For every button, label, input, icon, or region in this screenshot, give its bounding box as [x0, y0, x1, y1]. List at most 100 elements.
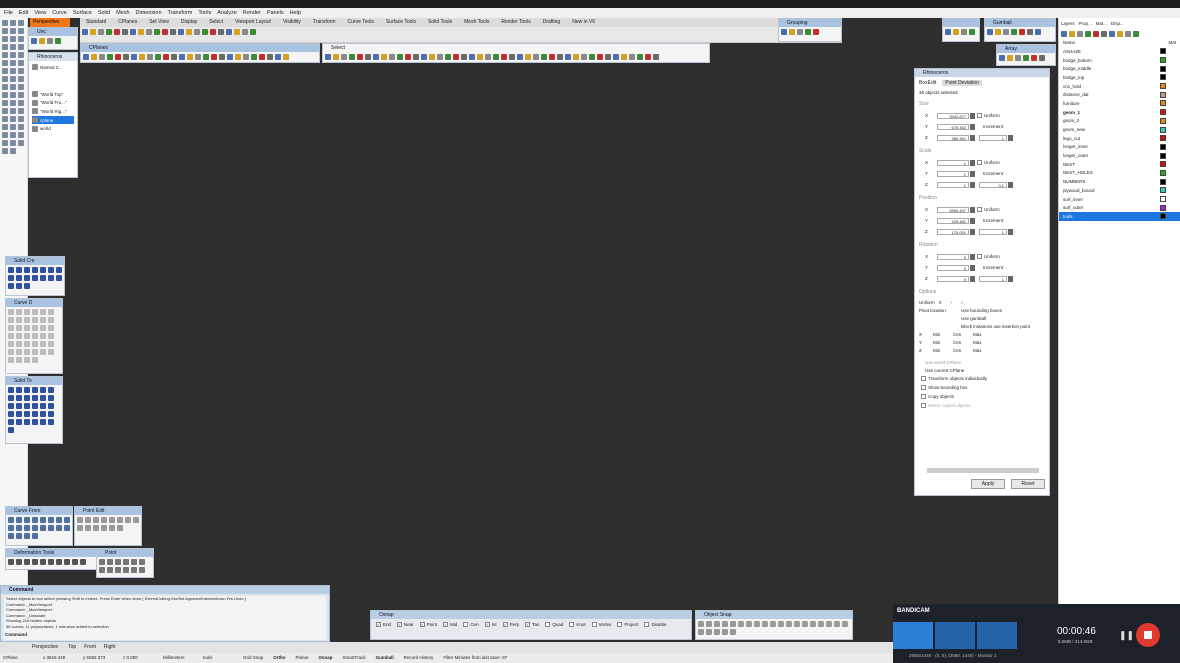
status-toggle[interactable]: Gumball: [376, 653, 394, 663]
layer-color-swatch[interactable]: [1160, 213, 1166, 220]
menu-dimension[interactable]: Dimension: [136, 8, 162, 18]
layer-row[interactable]: longer_outer: [1059, 151, 1180, 160]
tool-icon[interactable]: [24, 333, 30, 339]
toolbar-tab[interactable]: Solid Tools: [422, 18, 458, 27]
tool-icon[interactable]: [101, 517, 107, 523]
tool-icon[interactable]: [16, 387, 22, 393]
tool-icon[interactable]: [589, 54, 595, 60]
tool-icon[interactable]: [117, 517, 123, 523]
uniform-checkbox[interactable]: [977, 160, 982, 165]
tool-icon[interactable]: [2, 76, 8, 82]
tool-icon[interactable]: [10, 92, 16, 98]
spinner[interactable]: [1008, 134, 1013, 141]
tool-icon[interactable]: [55, 38, 61, 44]
tool-icon[interactable]: [1125, 31, 1131, 37]
tool-icon[interactable]: [32, 559, 38, 565]
layer-color-swatch[interactable]: [1160, 126, 1166, 133]
tool-icon[interactable]: [131, 559, 137, 565]
layer-color-swatch[interactable]: [1160, 100, 1166, 107]
tool-icon[interactable]: [99, 567, 105, 573]
toolbar-tab[interactable]: Render Tools: [495, 18, 536, 27]
layer-color-swatch[interactable]: [1160, 143, 1166, 150]
tool-icon[interactable]: [85, 525, 91, 531]
tool-icon[interactable]: [541, 54, 547, 60]
tool-icon[interactable]: [493, 54, 499, 60]
menu-edit[interactable]: Edit: [19, 8, 28, 18]
pivot-option[interactable]: Block instances use insertion point: [961, 324, 1030, 329]
tool-icon[interactable]: [56, 267, 62, 273]
view-tab[interactable]: Perspective: [30, 642, 60, 653]
tool-icon[interactable]: [109, 525, 115, 531]
tool-icon[interactable]: [48, 419, 54, 425]
layer-row[interactable]: longer_inner: [1059, 143, 1180, 152]
menu-view[interactable]: View: [34, 8, 46, 18]
spinner[interactable]: [970, 264, 975, 271]
tool-icon[interactable]: [40, 395, 46, 401]
tool-icon[interactable]: [275, 54, 281, 60]
tool-icon[interactable]: [1061, 31, 1067, 37]
tool-icon[interactable]: [24, 517, 30, 523]
tool-icon[interactable]: [722, 621, 728, 627]
osnap-checkbox[interactable]: [463, 622, 469, 627]
pivot-axis-option[interactable]: Min: [927, 348, 947, 353]
layer-color-swatch[interactable]: [1160, 65, 1166, 72]
osnap-int[interactable]: ✓ Int: [483, 622, 497, 627]
toolbar-tab[interactable]: Display: [175, 18, 203, 27]
game-mode-button[interactable]: [935, 622, 975, 649]
spinner[interactable]: [1008, 228, 1013, 235]
tool-icon[interactable]: [445, 54, 451, 60]
tool-icon[interactable]: [243, 54, 249, 60]
tool-icon[interactable]: [48, 517, 54, 523]
tool-icon[interactable]: [40, 325, 46, 331]
tool-icon[interactable]: [389, 54, 395, 60]
tool-icon[interactable]: [194, 29, 200, 35]
viewport-tab-perspective[interactable]: Perspective: [30, 18, 70, 27]
tool-icon[interactable]: [24, 419, 30, 425]
tool-icon[interactable]: [40, 309, 46, 315]
tool-icon[interactable]: [139, 567, 145, 573]
tool-icon[interactable]: [125, 517, 131, 523]
stop-record-button[interactable]: [1136, 623, 1160, 647]
tool-icon[interactable]: [163, 54, 169, 60]
layer-color-swatch[interactable]: [1160, 91, 1166, 98]
toolbar-tab[interactable]: Select: [203, 18, 229, 27]
tool-icon[interactable]: [1133, 31, 1139, 37]
osnap-point[interactable]: ✓ Point: [418, 622, 437, 627]
tool-icon[interactable]: [789, 29, 795, 35]
tool-icon[interactable]: [8, 395, 14, 401]
tool-icon[interactable]: [16, 349, 22, 355]
tool-icon[interactable]: [16, 357, 22, 363]
tool-icon[interactable]: [40, 559, 46, 565]
tool-icon[interactable]: [706, 629, 712, 635]
osnap-cen[interactable]: Cen: [461, 622, 479, 627]
tool-icon[interactable]: [16, 419, 22, 425]
named-view-item[interactable]: cplane: [32, 115, 74, 125]
tool-icon[interactable]: [8, 325, 14, 331]
osnap-mid[interactable]: ✓ Mid: [441, 622, 457, 627]
tool-icon[interactable]: [10, 28, 16, 34]
tool-icon[interactable]: [90, 29, 96, 35]
section-header[interactable]: Rotation: [919, 242, 1045, 248]
tool-icon[interactable]: [195, 54, 201, 60]
tool-icon[interactable]: [64, 525, 70, 531]
tool-icon[interactable]: [10, 60, 16, 66]
menu-transform[interactable]: Transform: [168, 8, 193, 18]
tool-icon[interactable]: [746, 621, 752, 627]
tool-icon[interactable]: [1031, 55, 1037, 61]
tool-icon[interactable]: [698, 621, 704, 627]
status-toggle[interactable]: Grid Snap: [243, 653, 263, 663]
tool-icon[interactable]: [477, 54, 483, 60]
tool-icon[interactable]: [778, 621, 784, 627]
tool-icon[interactable]: [18, 68, 24, 74]
tool-icon[interactable]: [32, 533, 38, 539]
tool-icon[interactable]: [85, 517, 91, 523]
spinner[interactable]: [970, 217, 975, 224]
value-field[interactable]: 1: [937, 159, 969, 166]
tool-icon[interactable]: [597, 54, 603, 60]
tool-icon[interactable]: [2, 68, 8, 74]
tool-icon[interactable]: [8, 419, 14, 425]
tool-icon[interactable]: [525, 54, 531, 60]
tool-icon[interactable]: [24, 267, 30, 273]
layer-color-swatch[interactable]: [1160, 178, 1166, 185]
toolbar-tab[interactable]: Transform: [307, 18, 342, 27]
